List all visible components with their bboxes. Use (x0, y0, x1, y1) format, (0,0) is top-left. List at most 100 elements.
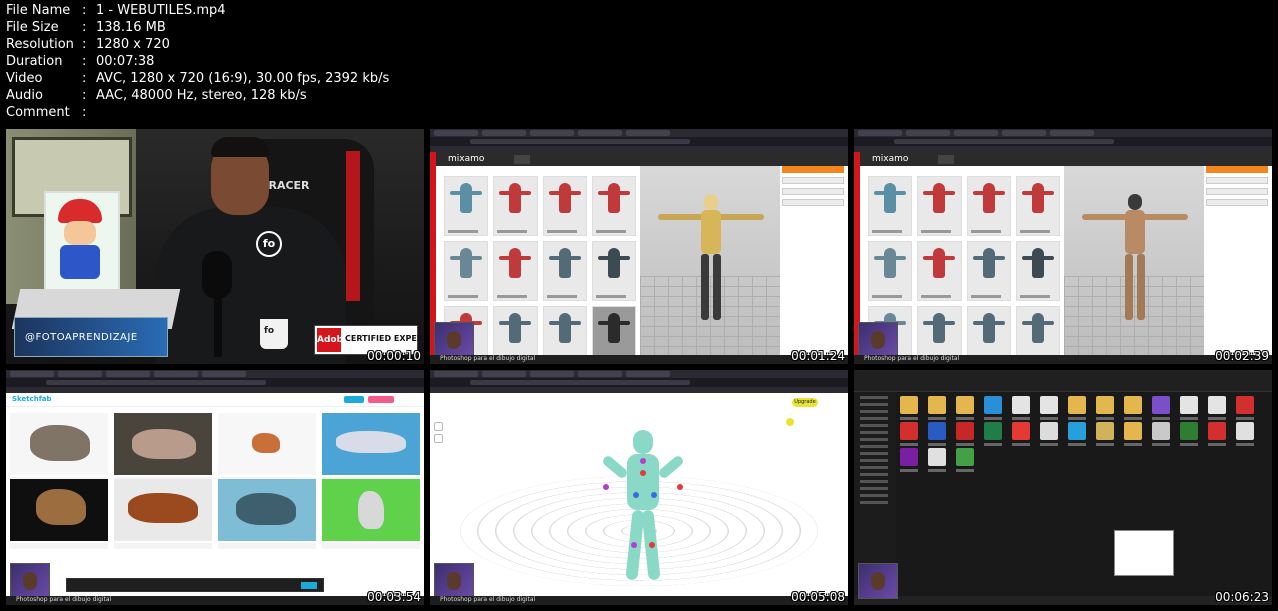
pdf-icon[interactable] (900, 422, 918, 446)
animation-card[interactable] (493, 176, 538, 236)
browser-tab[interactable] (106, 371, 150, 377)
browser-tab[interactable] (434, 130, 478, 136)
thumbnail-file-explorer[interactable]: 00:06:23 (854, 370, 1272, 605)
url-field[interactable] (46, 380, 266, 385)
url-field[interactable] (470, 380, 690, 385)
browser-tab[interactable] (530, 371, 574, 377)
upload-character-button[interactable] (1206, 188, 1268, 195)
model-card[interactable] (218, 479, 316, 549)
folder-icon[interactable] (1068, 396, 1086, 420)
browser-tab[interactable] (10, 371, 54, 377)
animation-card[interactable] (1015, 241, 1060, 301)
animation-card[interactable] (868, 241, 913, 301)
browser-tab[interactable] (626, 371, 670, 377)
animation-card[interactable] (917, 176, 962, 236)
find-animations-button[interactable] (1206, 199, 1268, 206)
pose-mannequin[interactable] (601, 430, 685, 581)
app-icon[interactable] (956, 448, 974, 472)
tool-icon[interactable] (434, 422, 443, 431)
browser-tab[interactable] (858, 130, 902, 136)
browser-tab[interactable] (482, 130, 526, 136)
address-bar[interactable] (854, 137, 1272, 146)
browser-tab[interactable] (626, 130, 670, 136)
app-icon[interactable] (1236, 422, 1254, 446)
upgrade-button[interactable]: Upgrade (792, 398, 818, 407)
thumbnail-presenter[interactable]: S-RACER fo fo @FOTOAPRENDIZAJE Adobe CER… (6, 129, 424, 364)
url-field[interactable] (894, 139, 1114, 144)
youtube-icon[interactable] (1236, 396, 1254, 420)
animation-card[interactable] (868, 176, 913, 236)
browser-tab[interactable] (954, 130, 998, 136)
become-seller-button[interactable] (368, 396, 394, 403)
animation-card[interactable] (542, 176, 587, 236)
address-bar[interactable] (6, 378, 424, 387)
model-card[interactable] (218, 413, 316, 483)
folder-icon[interactable] (1124, 396, 1142, 420)
heart-icon[interactable] (1012, 422, 1030, 446)
browser-tab[interactable] (202, 371, 246, 377)
tool-icon[interactable] (434, 434, 443, 443)
file-icon[interactable] (928, 448, 946, 472)
tab-characters[interactable] (920, 155, 926, 164)
thumbnail-mixamo-2[interactable]: mixamo Photoshop para el dibujo digital … (854, 129, 1272, 364)
folder-icon[interactable] (956, 396, 974, 420)
send-to-aero-button[interactable] (782, 177, 844, 184)
browser-tab[interactable] (434, 371, 478, 377)
file-icon[interactable] (1012, 396, 1030, 420)
tab-characters[interactable] (496, 155, 502, 164)
file-icon[interactable] (1180, 396, 1198, 420)
download-button[interactable] (1206, 166, 1268, 173)
animation-card[interactable] (542, 241, 587, 301)
light-handle[interactable] (786, 418, 794, 426)
animation-card[interactable] (591, 176, 636, 236)
3d-viewport[interactable] (1064, 166, 1204, 356)
address-bar[interactable] (430, 137, 848, 146)
tool-icon[interactable] (1152, 422, 1170, 446)
file-icon[interactable] (1040, 396, 1058, 420)
animation-card[interactable] (493, 241, 538, 301)
animation-card[interactable] (966, 241, 1011, 301)
send-to-aero-button[interactable] (1206, 177, 1268, 184)
thumbnail-mixamo-1[interactable]: mixamo Photoshop para el dibujo digital … (430, 129, 848, 364)
browser-tab[interactable] (1050, 130, 1094, 136)
folder-icon[interactable] (928, 396, 946, 420)
download-button[interactable] (782, 166, 844, 173)
browser-tab[interactable] (578, 130, 622, 136)
file-icon[interactable] (1040, 422, 1058, 446)
browser-tab[interactable] (58, 371, 102, 377)
app-icon[interactable] (1152, 396, 1170, 420)
address-bar[interactable] (430, 378, 848, 387)
model-card[interactable] (322, 479, 420, 549)
browser-tab[interactable] (1002, 130, 1046, 136)
app-icon[interactable] (1208, 422, 1226, 446)
model-card[interactable] (322, 413, 420, 483)
animation-card[interactable] (444, 176, 489, 236)
browser-tab[interactable] (154, 371, 198, 377)
find-animations-button[interactable] (782, 199, 844, 206)
diamond-icon[interactable] (1068, 422, 1086, 446)
folder-icon[interactable] (900, 396, 918, 420)
gift-icon[interactable] (956, 422, 974, 446)
upload-character-button[interactable] (782, 188, 844, 195)
thumbnail-pose-tool[interactable]: Upgrade Photoshop para el dibujo digital… (430, 370, 848, 605)
edge-icon[interactable] (984, 396, 1002, 420)
archive-icon[interactable] (900, 448, 918, 472)
url-field[interactable] (470, 139, 690, 144)
browser-tab[interactable] (578, 371, 622, 377)
excel-icon[interactable] (984, 422, 1002, 446)
browser-tab[interactable] (482, 371, 526, 377)
model-card[interactable] (114, 479, 212, 549)
model-card[interactable] (10, 479, 108, 549)
animation-card[interactable] (591, 241, 636, 301)
folder-icon[interactable] (1096, 396, 1114, 420)
word-icon[interactable] (928, 422, 946, 446)
app-icon[interactable] (1180, 422, 1198, 446)
model-card[interactable] (114, 413, 212, 483)
model-card[interactable] (10, 413, 108, 483)
cookie-accept-button[interactable] (301, 582, 317, 589)
thumbnail-sketchfab[interactable]: Sketchfab Photoshop para el dibujo digit… (6, 370, 424, 605)
animation-card[interactable] (966, 176, 1011, 236)
crown-icon[interactable] (1096, 422, 1114, 446)
tab-animations[interactable] (938, 155, 954, 164)
browser-tab[interactable] (530, 130, 574, 136)
